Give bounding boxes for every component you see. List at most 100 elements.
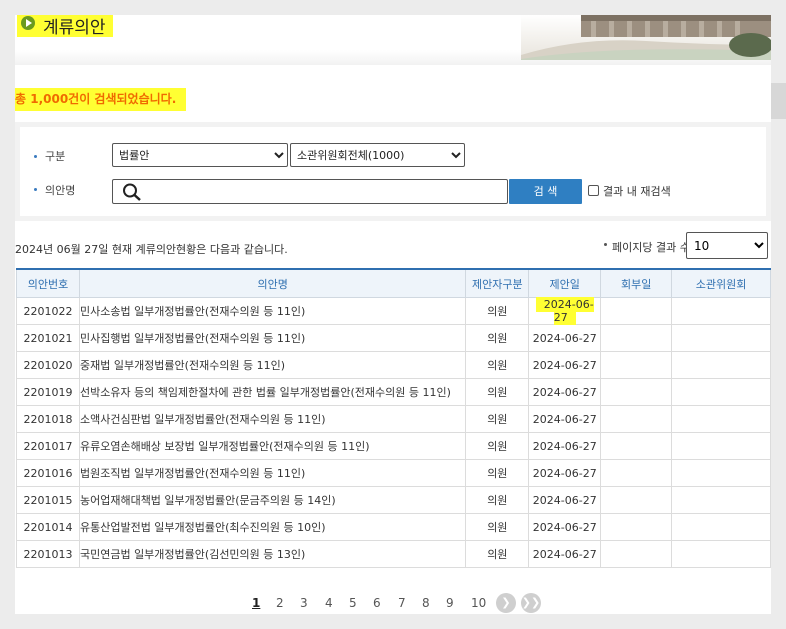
page-link-6[interactable]: 6: [373, 596, 381, 610]
bill-name-search-field[interactable]: [112, 179, 508, 204]
scrollbar-thumb[interactable]: [771, 83, 786, 119]
proposer-type: 의원: [465, 540, 530, 568]
proposer-type: 의원: [465, 513, 530, 541]
committee: [671, 351, 771, 379]
page-link-7[interactable]: 7: [398, 596, 406, 610]
table-row: 2201015 농어업재해대책법 일부개정법률안(문금주의원 등 14인) 의원…: [16, 486, 771, 514]
proposer-type: 의원: [465, 324, 530, 352]
page-title: 계류의안: [43, 18, 106, 38]
page-link-9[interactable]: 9: [446, 596, 454, 610]
committee-select[interactable]: 소관위원회전체(1000): [290, 143, 465, 167]
proposer-type: 의원: [465, 405, 530, 433]
bill-title-link[interactable]: 소액사건심판법 일부개정법률안(전재수의원 등 11인): [78, 405, 467, 433]
referral-date: [600, 459, 673, 487]
proposal-date-highlight: 2024-06-27: [535, 297, 594, 325]
bill-title-link[interactable]: 선박소유자 등의 책임제한절차에 관한 법률 일부개정법률안(전재수의원 등 1…: [78, 378, 467, 406]
table-row: 2201013 국민연금법 일부개정법률안(김선민의원 등 13인) 의원 20…: [16, 540, 771, 568]
column-header-referral-date[interactable]: 회부일: [600, 268, 673, 298]
proposal-date: 2024-06-27: [528, 459, 602, 487]
table-header-row: 의안번호 의안명 제안자구분 제안일 회부일 소관위원회: [16, 268, 771, 298]
search-button[interactable]: 검 색: [509, 179, 582, 204]
committee: [671, 540, 771, 568]
referral-date: [600, 405, 673, 433]
proposer-type: 의원: [465, 378, 530, 406]
referral-date: [600, 324, 673, 352]
page-link-2[interactable]: 2: [276, 596, 284, 610]
bill-title-link[interactable]: 중재법 일부개정법률안(전재수의원 등 11인): [78, 351, 467, 379]
table-row: 2201018 소액사건심판법 일부개정법률안(전재수의원 등 11인) 의원 …: [16, 405, 771, 433]
table-row: 2201014 유통산업발전법 일부개정법률안(최수진의원 등 10인) 의원 …: [16, 513, 771, 541]
committee: [671, 486, 771, 514]
page-link-4[interactable]: 4: [325, 596, 333, 610]
committee: [671, 405, 771, 433]
referral-date: [600, 297, 673, 325]
research-checkbox[interactable]: [588, 185, 599, 196]
result-count-summary: 총 1,000건이 검색되었습니다.: [15, 92, 177, 106]
bill-number: 2201018: [16, 405, 80, 433]
proposer-type: 의원: [465, 297, 530, 325]
proposal-date: 2024-06-27: [528, 324, 602, 352]
double-chevron-right-icon[interactable]: ❯❯: [521, 593, 541, 613]
bill-title-link[interactable]: 민사소송법 일부개정법률안(전재수의원 등 11인): [78, 297, 467, 325]
bill-name-input[interactable]: [143, 182, 503, 202]
bill-title-link[interactable]: 국민연금법 일부개정법률안(김선민의원 등 13인): [78, 540, 467, 568]
proposal-date: 2024-06-27: [528, 351, 602, 379]
proposal-date: 2024-06-27: [528, 486, 602, 514]
bill-title-link[interactable]: 농어업재해대책법 일부개정법률안(문금주의원 등 14인): [78, 486, 467, 514]
table-row: 2201020 중재법 일부개정법률안(전재수의원 등 11인) 의원 2024…: [16, 351, 771, 379]
bill-number: 2201021: [16, 324, 80, 352]
bill-title-link[interactable]: 유통산업발전법 일부개정법률안(최수진의원 등 10인): [78, 513, 467, 541]
per-page-select[interactable]: 10: [686, 232, 768, 259]
column-header-bill-no[interactable]: 의안번호: [16, 268, 80, 298]
page-link-8[interactable]: 8: [422, 596, 430, 610]
bill-title-link[interactable]: 민사집행법 일부개정법률안(전재수의원 등 11인): [78, 324, 467, 352]
bill-number: 2201022: [16, 297, 80, 325]
page-link-10[interactable]: 10: [471, 596, 486, 610]
magnifier-icon: [123, 183, 141, 201]
proposal-date: 2024-06-27: [528, 405, 602, 433]
proposal-date: 2024-06-27: [528, 513, 602, 541]
bill-type-select[interactable]: 법률안: [112, 143, 288, 167]
proposal-date: 2024-06-27: [528, 297, 602, 325]
page-content: 계류의안 총 1,000건이 검색되었습니다. 구분 법률안 소관위원회전체(1…: [15, 15, 771, 614]
column-header-proposal-date[interactable]: 제안일: [528, 268, 602, 298]
table-row: 2201019 선박소유자 등의 책임제한절차에 관한 법률 일부개정법률안(전…: [16, 378, 771, 406]
page-link-1[interactable]: 1: [252, 596, 260, 610]
referral-date: [600, 486, 673, 514]
proposal-date: 2024-06-27: [528, 432, 602, 460]
table-row: 2201021 민사집행법 일부개정법률안(전재수의원 등 11인) 의원 20…: [16, 324, 771, 352]
referral-date: [600, 540, 673, 568]
table-row: 2201017 유류오염손해배상 보장법 일부개정법률안(전재수의원 등 11인…: [16, 432, 771, 460]
committee: [671, 432, 771, 460]
bill-number: 2201013: [16, 540, 80, 568]
column-header-bill-name[interactable]: 의안명: [78, 268, 467, 298]
bill-title-link[interactable]: 유류오염손해배상 보장법 일부개정법률안(전재수의원 등 11인): [78, 432, 467, 460]
bill-number: 2201020: [16, 351, 80, 379]
chevron-right-icon[interactable]: ❯: [496, 593, 516, 613]
research-checkbox-label[interactable]: 결과 내 재검색: [603, 183, 671, 199]
table-row: 2201016 법원조직법 일부개정법률안(전재수의원 등 11인) 의원 20…: [16, 459, 771, 487]
proposer-type: 의원: [465, 459, 530, 487]
committee: [671, 378, 771, 406]
bill-number: 2201017: [16, 432, 80, 460]
referral-date: [600, 378, 673, 406]
proposer-type: 의원: [465, 351, 530, 379]
table-row: 2201022 민사소송법 일부개정법률안(전재수의원 등 11인) 의원 20…: [16, 297, 771, 325]
page-link-5[interactable]: 5: [349, 596, 357, 610]
pending-bills-table: 의안번호 의안명 제안자구분 제안일 회부일 소관위원회 2201022 민사소…: [16, 268, 771, 568]
committee: [671, 513, 771, 541]
column-header-committee[interactable]: 소관위원회: [671, 268, 771, 298]
national-assembly-building-icon: [521, 15, 771, 60]
referral-date: [600, 432, 673, 460]
proposal-date: 2024-06-27: [528, 540, 602, 568]
column-header-proposer-type[interactable]: 제안자구분: [465, 268, 530, 298]
committee: [671, 297, 771, 325]
bill-title-link[interactable]: 법원조직법 일부개정법률안(전재수의원 등 11인): [78, 459, 467, 487]
bill-number: 2201015: [16, 486, 80, 514]
bullet-icon: [604, 243, 607, 246]
arrow-bullet-icon: [21, 16, 35, 30]
search-panel: 구분 법률안 소관위원회전체(1000) 의안명 검 색 결과 내 재검색: [15, 122, 771, 221]
current-status-text: 2024년 06월 27일 현재 계류의안현황은 다음과 같습니다.: [15, 243, 288, 256]
bill-number: 2201016: [16, 459, 80, 487]
page-link-3[interactable]: 3: [300, 596, 308, 610]
